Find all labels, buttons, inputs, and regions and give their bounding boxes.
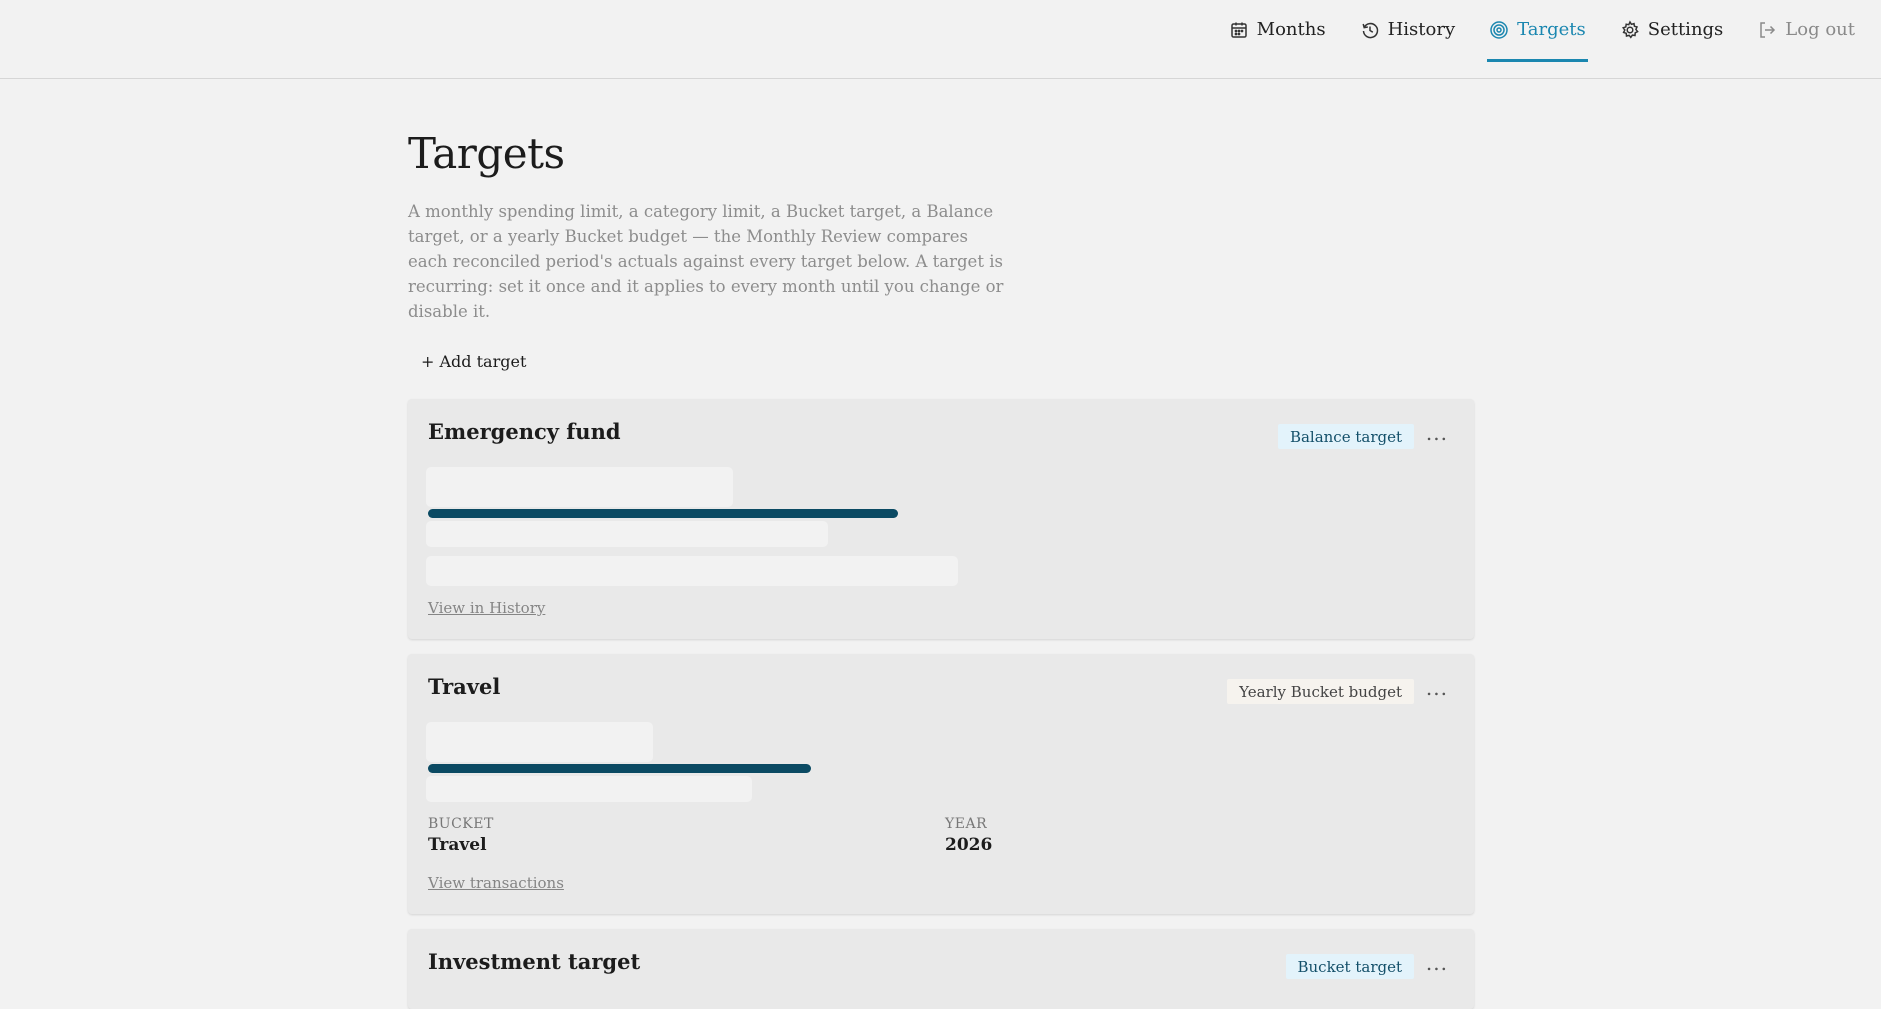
- type-badge: Balance target: [1277, 424, 1414, 449]
- nav-item-label: History: [1387, 19, 1456, 40]
- more-options-button[interactable]: ...: [1426, 951, 1448, 975]
- view-in-history-link[interactable]: View in History: [428, 599, 545, 617]
- logout-icon: [1760, 21, 1776, 38]
- card-title: Emergency fund: [428, 419, 621, 444]
- history-icon: [1362, 22, 1378, 38]
- nav-item-settings[interactable]: Settings: [1618, 0, 1726, 62]
- more-options-button[interactable]: ...: [1426, 676, 1448, 700]
- more-options-button[interactable]: ...: [1426, 421, 1448, 445]
- card-title: Travel: [428, 674, 501, 699]
- calendar-icon: [1230, 22, 1247, 38]
- type-badge: Bucket target: [1285, 954, 1414, 979]
- target-card-emergency-fund: Emergency fund Balance target ... View i…: [408, 399, 1474, 639]
- progress-bar-fill: [428, 764, 811, 773]
- year-label: YEAR: [945, 816, 988, 832]
- target-card-travel: Travel Yearly Bucket budget ... BUCKET T…: [408, 654, 1474, 914]
- nav-item-label: Targets: [1517, 19, 1586, 40]
- nav-item-history[interactable]: History: [1358, 0, 1458, 62]
- target-card-investment: Investment target Bucket target ...: [408, 929, 1474, 1009]
- view-transactions-link[interactable]: View transactions: [428, 874, 564, 892]
- page-description: A monthly spending limit, a category lim…: [408, 202, 1004, 321]
- card-title: Investment target: [428, 949, 641, 974]
- main-nav: Months History Targets Settings Log out: [1197, 0, 1857, 79]
- target-icon: [1490, 20, 1508, 39]
- gear-icon: [1621, 19, 1639, 39]
- loading-placeholder: [426, 521, 828, 547]
- nav-item-logout[interactable]: Log out: [1755, 0, 1857, 62]
- nav-item-targets[interactable]: Targets: [1487, 0, 1588, 62]
- nav-item-months[interactable]: Months: [1227, 0, 1328, 62]
- loading-placeholder: [426, 556, 958, 586]
- bucket-value: Travel: [428, 835, 487, 855]
- loading-placeholder: [426, 776, 752, 802]
- progress-bar-fill: [428, 509, 898, 518]
- nav-item-label: Log out: [1785, 19, 1855, 40]
- page-title: Targets: [408, 129, 565, 178]
- loading-placeholder: [426, 722, 653, 762]
- type-badge: Yearly Bucket budget: [1227, 679, 1414, 704]
- loading-placeholder: [426, 467, 733, 507]
- nav-item-label: Months: [1256, 19, 1326, 40]
- top-navigation-bar: Months History Targets Settings Log out: [0, 0, 1881, 79]
- year-value: 2026: [945, 835, 993, 855]
- nav-item-label: Settings: [1647, 19, 1724, 40]
- add-target-button[interactable]: + Add target: [408, 346, 539, 376]
- bucket-label: BUCKET: [428, 816, 494, 832]
